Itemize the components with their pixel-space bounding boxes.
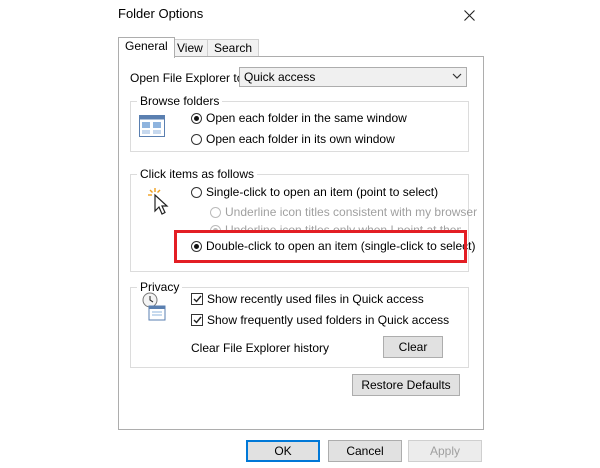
frequent-folders-label: Show frequently used folders in Quick ac… (207, 313, 450, 327)
dialog-title: Folder Options (118, 6, 204, 21)
checkmark-icon (193, 295, 202, 303)
folder-options-dialog: Folder Options General View Search Open … (110, 0, 492, 468)
recent-files-label: Show recently used files in Quick access (207, 292, 424, 306)
checkbox-frequent-folders[interactable]: Show frequently used folders in Quick ac… (191, 313, 449, 327)
ok-button[interactable]: OK (246, 440, 320, 462)
clear-history-label: Clear File Explorer history (191, 341, 330, 355)
clear-button[interactable]: Clear (383, 336, 443, 358)
chevron-down-icon (452, 73, 462, 79)
general-tab-panel: Open File Explorer to: Quick access Brow… (118, 56, 484, 430)
cancel-button[interactable]: Cancel (328, 440, 402, 462)
radio-own-window[interactable]: Open each folder in its own window (191, 132, 395, 146)
tab-general[interactable]: General (118, 37, 175, 58)
pointer-click-icon (148, 188, 169, 215)
radio-single-click[interactable]: Single-click to open an item (point to s… (191, 185, 438, 199)
radio-single-click-label: Single-click to open an item (point to s… (206, 185, 439, 199)
radio-underline-browser-label: Underline icon titles consistent with my… (225, 205, 478, 219)
radio-button[interactable] (191, 133, 202, 145)
radio-button-selected[interactable] (191, 112, 202, 124)
open-explorer-dropdown[interactable]: Quick access (239, 67, 467, 87)
tab-search[interactable]: Search (207, 39, 260, 57)
checkbox-checked[interactable] (191, 314, 203, 326)
restore-defaults-button[interactable]: Restore Defaults (352, 374, 460, 396)
radio-same-window-label: Open each folder in the same window (206, 111, 407, 125)
tab-view[interactable]: View (170, 39, 210, 57)
history-clock-icon (142, 292, 166, 321)
apply-button: Apply (408, 440, 482, 462)
radio-own-window-label: Open each folder in its own window (206, 132, 395, 146)
radio-button-disabled (210, 206, 221, 218)
close-button[interactable] (458, 4, 480, 26)
click-items-legend: Click items as follows (140, 167, 255, 181)
radio-button[interactable] (191, 186, 202, 198)
title-bar: Folder Options (110, 0, 492, 30)
browse-folders-legend: Browse folders (140, 94, 220, 108)
checkmark-icon (193, 316, 202, 324)
checkbox-checked[interactable] (191, 293, 203, 305)
radio-same-window[interactable]: Open each folder in the same window (191, 111, 407, 125)
close-icon (463, 9, 475, 21)
highlight-annotation (174, 230, 467, 263)
window-icon (139, 115, 165, 137)
checkbox-recent-files[interactable]: Show recently used files in Quick access (191, 292, 424, 306)
radio-underline-browser: Underline icon titles consistent with my… (210, 205, 477, 219)
open-explorer-label: Open File Explorer to: (130, 71, 247, 85)
open-explorer-value: Quick access (244, 70, 316, 84)
